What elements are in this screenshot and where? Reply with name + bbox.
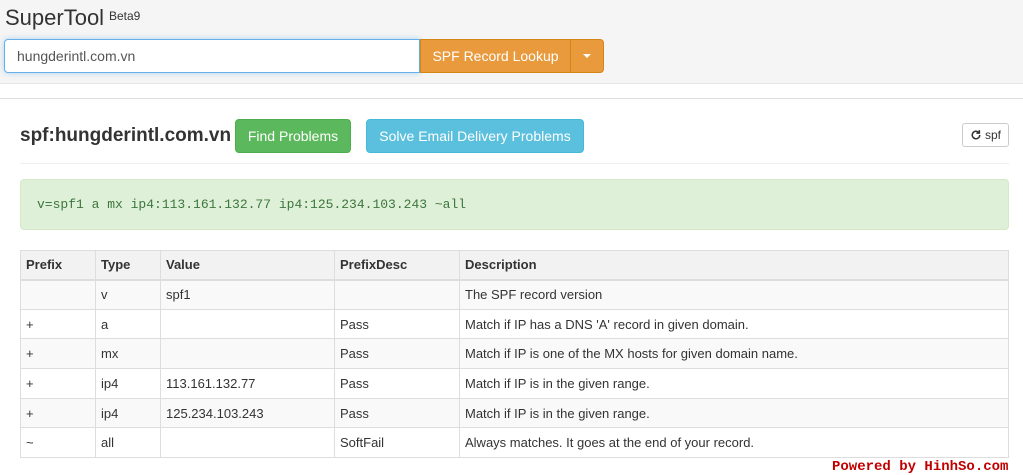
column-header-value: Value xyxy=(160,250,335,281)
record-title: spf:hungderintl.com.vn xyxy=(20,125,232,146)
cell-prefix: + xyxy=(20,338,96,370)
cell-description: The SPF record version xyxy=(459,279,1009,310)
spf-mechanisms-table: Prefix Type Value PrefixDesc Description… xyxy=(20,250,1009,459)
spf-record-text: v=spf1 a mx ip4:113.161.132.77 ip4:125.2… xyxy=(20,179,1009,230)
table-header-row: Prefix Type Value PrefixDesc Description xyxy=(20,250,1009,281)
watermark: Powered by HinhSo.com xyxy=(832,459,1009,475)
column-header-type: Type xyxy=(95,250,161,281)
cell-value xyxy=(160,427,335,459)
table-row: + mx Pass Match if IP is one of the MX h… xyxy=(20,338,1009,370)
app-title: SuperTool xyxy=(5,5,105,30)
table-row: v spf1 The SPF record version xyxy=(20,279,1009,310)
cell-prefixdesc: Pass xyxy=(334,397,460,429)
cell-description: Match if IP is one of the MX hosts for g… xyxy=(459,338,1009,370)
refresh-label: spf xyxy=(984,128,1001,142)
spf-lookup-button[interactable]: SPF Record Lookup xyxy=(420,39,571,73)
cell-prefixdesc: SoftFail xyxy=(334,427,460,459)
version-badge: Beta9 xyxy=(109,9,141,23)
cell-value xyxy=(160,308,335,340)
table-row: + ip4 125.234.103.243 Pass Match if IP i… xyxy=(20,397,1009,429)
cell-prefixdesc: Pass xyxy=(334,308,460,340)
refresh-spf-button[interactable]: spf xyxy=(962,123,1009,147)
table-row: + a Pass Match if IP has a DNS 'A' recor… xyxy=(20,308,1009,340)
cell-prefix: ~ xyxy=(20,427,96,459)
refresh-icon xyxy=(971,130,981,140)
cell-type: all xyxy=(95,427,161,459)
table-row: + ip4 113.161.132.77 Pass Match if IP is… xyxy=(20,368,1009,399)
cell-prefixdesc: Pass xyxy=(334,338,460,370)
cell-description: Match if IP is in the given range. xyxy=(459,368,1009,399)
domain-search-input[interactable] xyxy=(4,39,420,73)
cell-type: ip4 xyxy=(95,368,161,399)
cell-type: a xyxy=(95,308,161,340)
column-header-description: Description xyxy=(459,250,1009,281)
solve-email-delivery-button[interactable]: Solve Email Delivery Problems xyxy=(366,119,584,153)
cell-prefix: + xyxy=(20,308,96,340)
cell-prefix: + xyxy=(20,397,96,429)
column-header-prefixdesc: PrefixDesc xyxy=(334,250,460,281)
cell-type: v xyxy=(95,279,161,310)
column-header-prefix: Prefix xyxy=(20,250,96,281)
cell-value: 113.161.132.77 xyxy=(160,368,335,399)
cell-value: spf1 xyxy=(160,279,335,310)
cell-description: Match if IP has a DNS 'A' record in give… xyxy=(459,308,1009,340)
cell-prefix xyxy=(20,279,96,310)
cell-description: Always matches. It goes at the end of yo… xyxy=(459,427,1009,459)
cell-prefixdesc xyxy=(334,279,460,310)
caret-down-icon xyxy=(583,54,591,58)
cell-type: mx xyxy=(95,338,161,370)
cell-prefixdesc: Pass xyxy=(334,368,460,399)
find-problems-button[interactable]: Find Problems xyxy=(235,119,351,153)
cell-description: Match if IP is in the given range. xyxy=(459,397,1009,429)
table-row: ~ all SoftFail Always matches. It goes a… xyxy=(20,427,1009,459)
lookup-dropdown-toggle[interactable] xyxy=(570,39,604,73)
divider xyxy=(20,163,1009,164)
cell-value xyxy=(160,338,335,370)
cell-value: 125.234.103.243 xyxy=(160,397,335,429)
cell-type: ip4 xyxy=(95,397,161,429)
cell-prefix: + xyxy=(20,368,96,399)
top-bar: SuperTool Beta9 SPF Record Lookup xyxy=(0,0,1023,84)
